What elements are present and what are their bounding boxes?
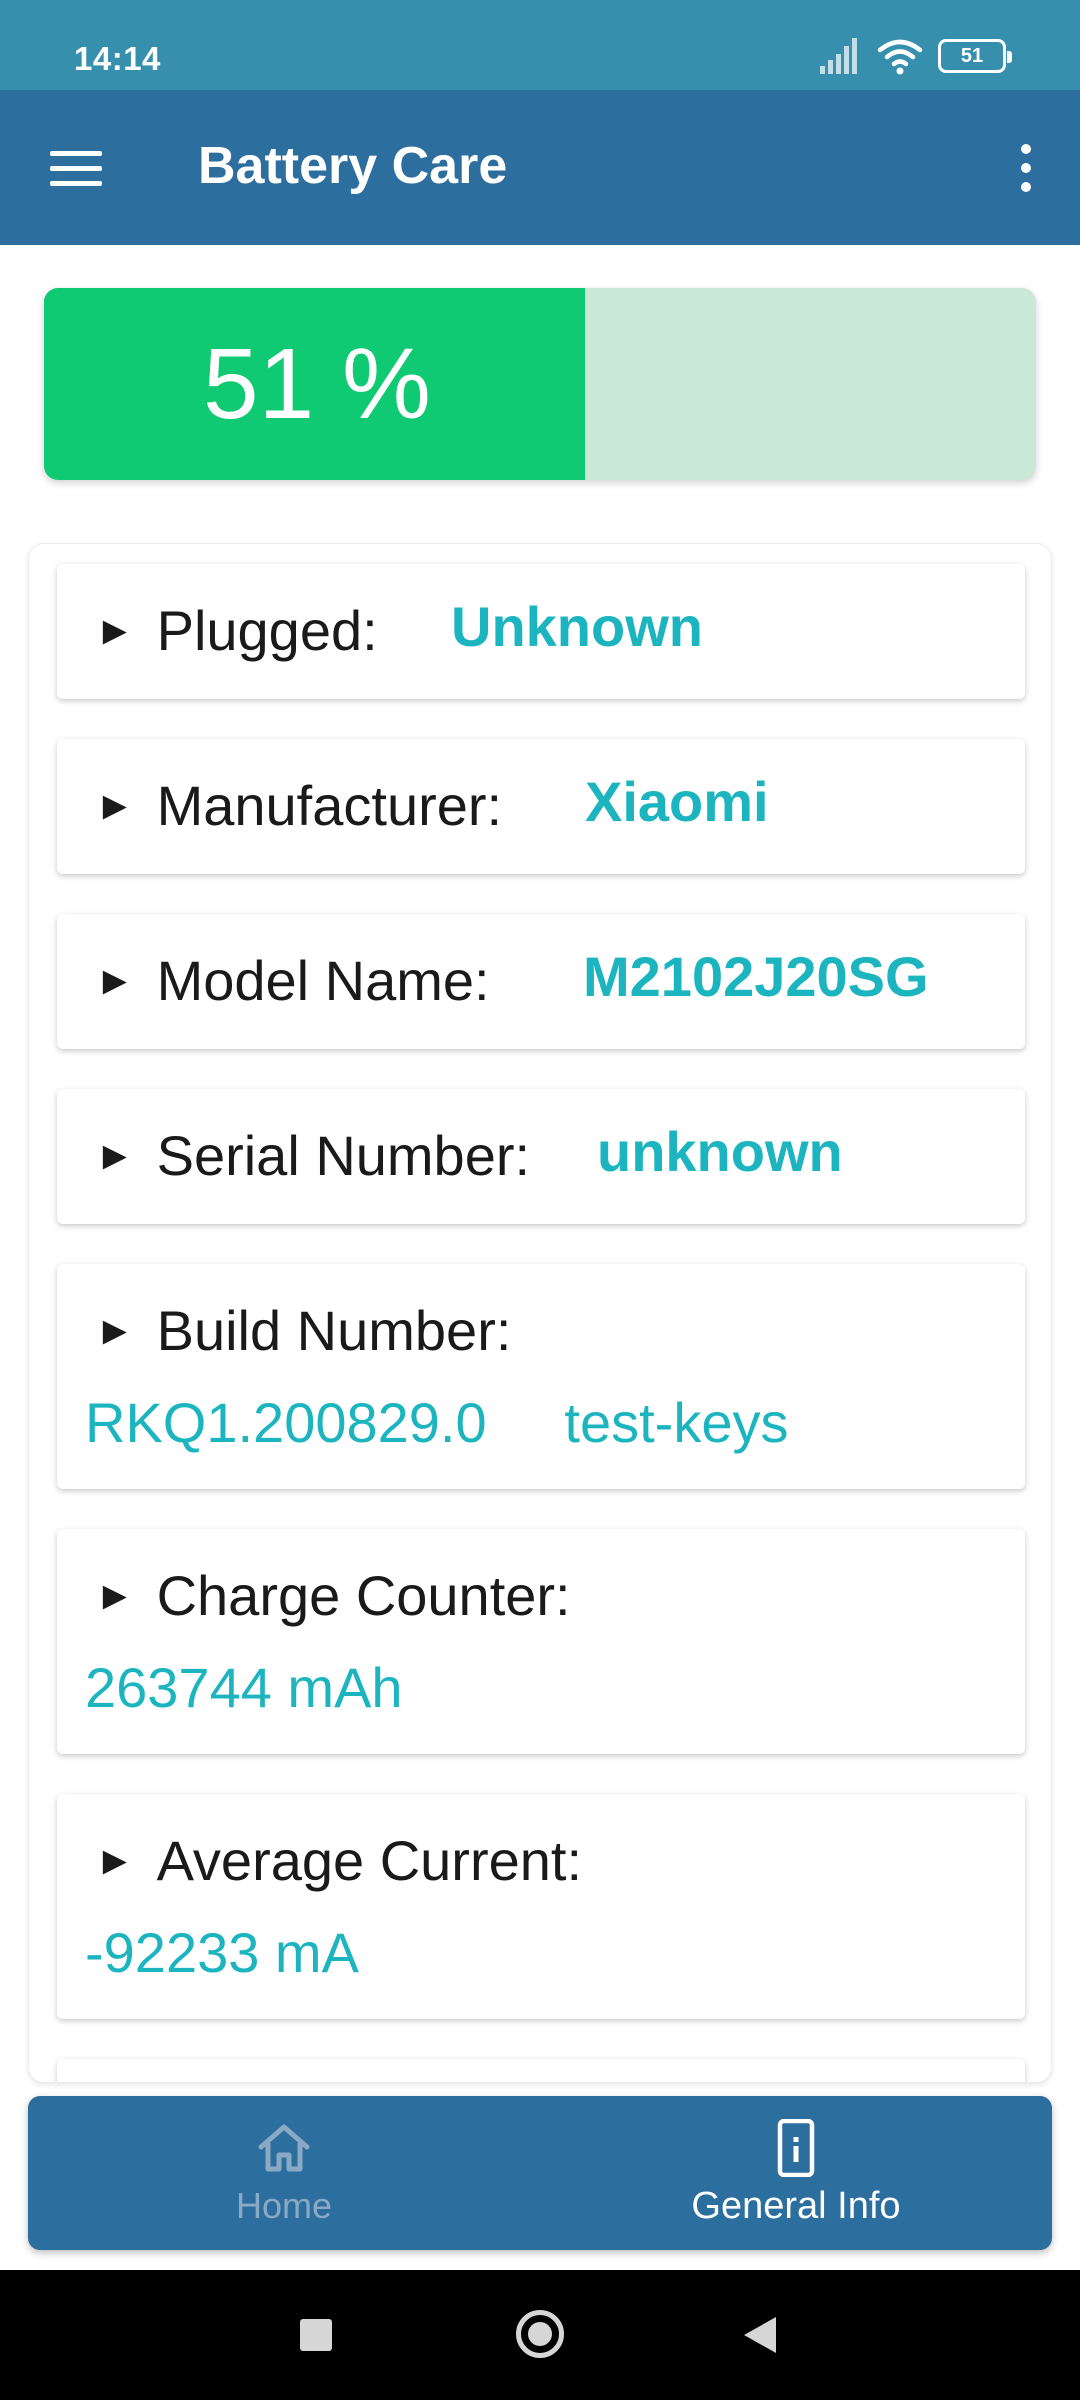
battery-level-text: 51 [960,44,984,67]
app-title: Battery Care [198,137,508,195]
battery-icon: 51 [938,39,1012,73]
info-label-text: Manufacturer: [156,774,503,837]
nav-home[interactable]: Home [28,2096,540,2250]
info-label: ► Serial Number: [95,1123,530,1188]
app-bar: Battery Care [0,90,1080,245]
info-row-manufacturer: ► Manufacturer: Xiaomi [57,739,1025,874]
back-icon[interactable] [744,2317,776,2353]
wifi-icon [877,39,923,75]
info-label: ► Charge Counter: [95,1563,571,1628]
info-row-model-name: ► Model Name: M2102J20SG [57,914,1025,1049]
system-navigation-bar [0,2270,1080,2400]
info-label: ► Plugged: [95,598,378,663]
home-icon [258,2124,310,2172]
info-label: ► Average Current: [95,1828,582,1893]
arrow-right-icon: ► [95,1134,135,1178]
hamburger-menu-icon[interactable] [36,128,116,208]
bottom-navigation: Home General Info [28,2096,1052,2250]
arrow-right-icon: ► [95,959,135,1003]
signal-icon [820,38,857,74]
info-label: ► Model Name: [95,948,490,1013]
info-row-charge-counter: ► Charge Counter: 263744 mAh [57,1529,1025,1754]
info-label-text: Charge Counter: [156,1564,571,1627]
arrow-right-icon: ► [95,784,135,828]
info-label: ► Build Number: [95,1298,511,1363]
battery-percent-label: 51 % [203,327,431,440]
info-row-build-number: ► Build Number: RKQ1.200829.0 test-keys [57,1264,1025,1489]
info-value: Xiaomi [585,770,769,833]
info-row-plugged: ► Plugged: Unknown [57,564,1025,699]
phone-info-icon [777,2118,815,2177]
home-circle-icon[interactable] [516,2310,564,2358]
info-label-text: Model Name: [156,949,490,1012]
info-row-average-current: ► Average Current: -92233 mA [57,1794,1025,2019]
recents-icon[interactable] [300,2319,332,2351]
info-label: ► Manufacturer: [95,773,502,838]
info-label-text: Serial Number: [156,1124,531,1187]
info-label-text: Plugged: [156,599,378,662]
info-value: Unknown [451,595,703,658]
info-value: M2102J20SG [583,945,929,1008]
status-time: 14:14 [74,40,161,77]
arrow-right-icon: ► [95,1574,135,1618]
info-label-text: Average Current: [156,1829,583,1892]
info-value: unknown [597,1120,843,1183]
status-icons: 51 [818,36,1012,76]
info-value: 263744 mAh [85,1656,403,1719]
app-screen: 14:14 51 Battery Care 51 % ► Plugged: Un… [0,0,1080,2400]
nav-general-info-label: General Info [691,2184,901,2227]
info-row-serial-number: ► Serial Number: unknown [57,1089,1025,1224]
nav-general-info[interactable]: General Info [540,2096,1052,2250]
status-bar: 14:14 51 [0,0,1080,90]
info-value: RKQ1.200829.0 test-keys [85,1391,789,1454]
battery-level-bar: 51 % [44,288,1036,480]
arrow-right-icon: ► [95,609,135,653]
more-vertical-icon[interactable] [996,128,1056,208]
arrow-right-icon: ► [95,1839,135,1883]
nav-home-label: Home [235,2185,333,2226]
info-value: -92233 mA [85,1921,359,1984]
info-row-partial [57,2059,1025,2082]
general-info-list[interactable]: ► Plugged: Unknown ► Manufacturer: Xiaomi … [28,543,1052,2083]
info-label-text: Build Number: [156,1299,512,1362]
arrow-right-icon: ► [95,1309,135,1353]
